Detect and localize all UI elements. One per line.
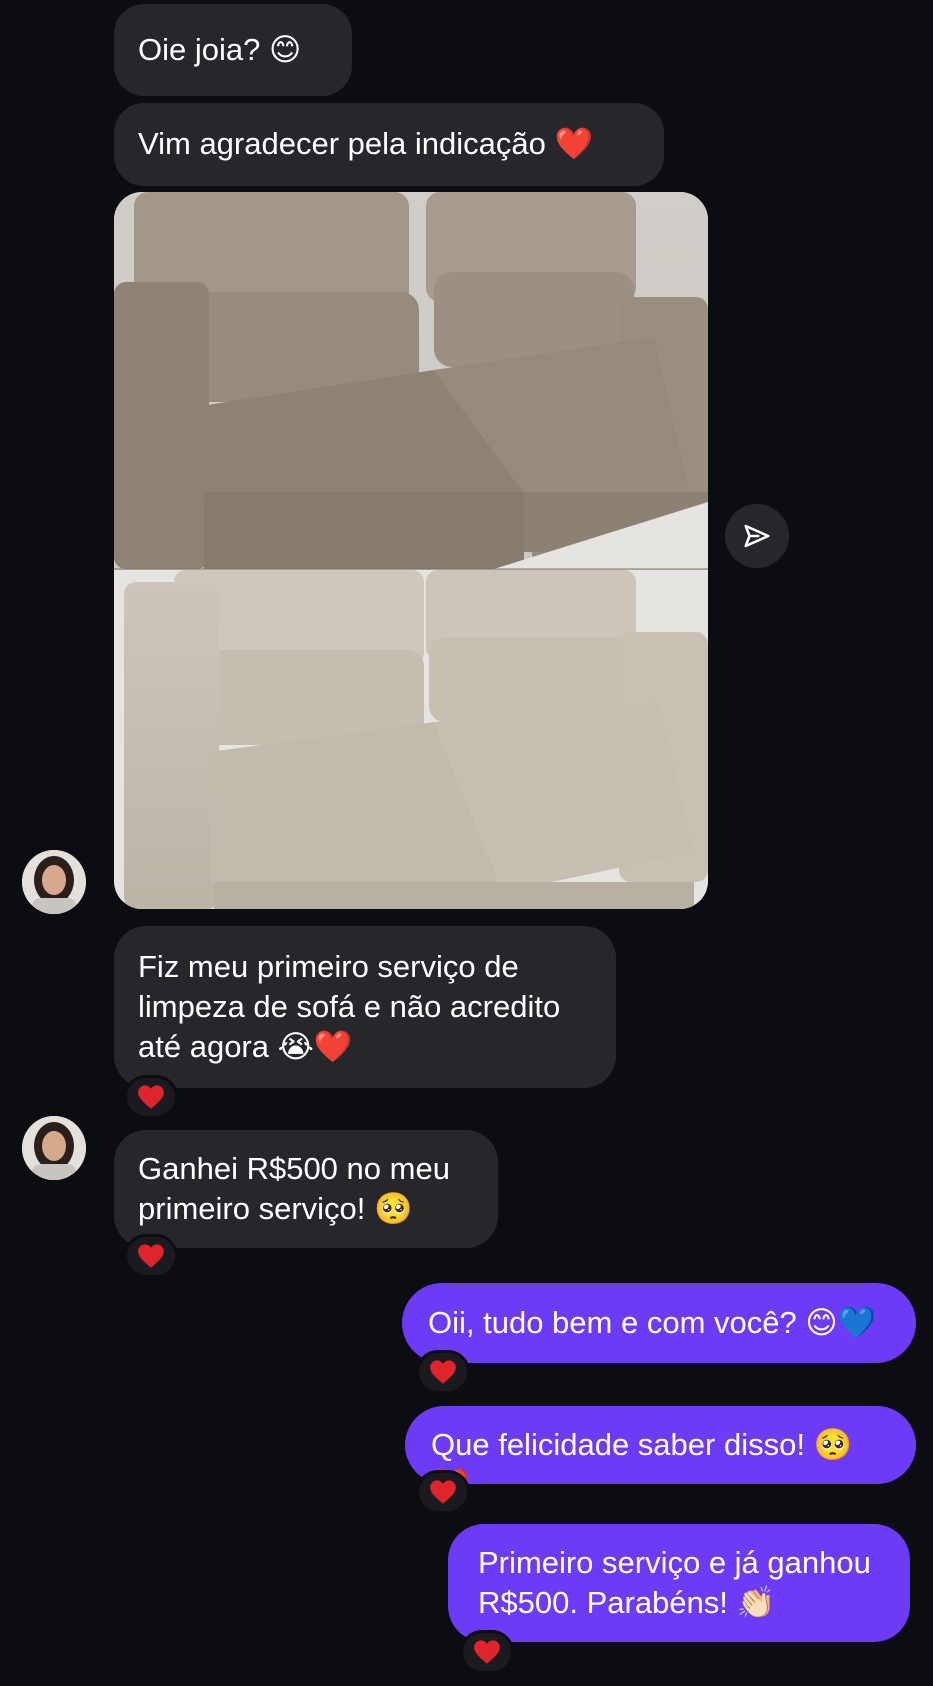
heart-icon [138, 1244, 164, 1268]
message-bubble-incoming[interactable]: Fiz meu primeiro serviço de limpeza de s… [114, 926, 616, 1088]
message-bubble-incoming[interactable]: Vim agradecer pela indicação ❤️ [114, 103, 664, 186]
message-text: Que felicidade saber disso! 🥺❤️ [431, 1427, 853, 1502]
message-text-line: primeiro serviço! 🥺 [138, 1191, 413, 1226]
heart-icon [474, 1640, 500, 1664]
reaction-badge[interactable] [460, 1630, 514, 1674]
reaction-badge[interactable] [416, 1470, 470, 1514]
message-bubble-outgoing[interactable]: Que felicidade saber disso! 🥺❤️ [405, 1406, 916, 1502]
avatar-image [22, 850, 86, 914]
sofa-photo-before-after[interactable] [114, 192, 708, 909]
message-bubble-incoming[interactable]: Ganhei R$500 no meu primeiro serviço! 🥺 [114, 1130, 498, 1248]
message-text: Oii, tudo bem e com você? 😊💙 [428, 1305, 877, 1340]
message-text-line: R$500. Parabéns! 👏🏻 [478, 1585, 776, 1620]
message-bubble-incoming[interactable]: Oie joia? 😊 [114, 4, 352, 96]
message-text-line: Ganhei R$500 no meu [138, 1151, 450, 1186]
message-text-line: limpeza de sofá e não acredito [138, 989, 561, 1024]
reaction-badge[interactable] [124, 1075, 178, 1119]
heart-icon [138, 1085, 164, 1109]
message-text: Oie joia? 😊 [138, 32, 302, 67]
contact-avatar[interactable] [22, 1116, 86, 1180]
share-button[interactable] [725, 504, 789, 568]
message-text-line: Fiz meu primeiro serviço de [138, 949, 519, 984]
send-icon [744, 524, 770, 548]
heart-icon [430, 1360, 456, 1384]
message-bubble-outgoing[interactable]: Primeiro serviço e já ganhou R$500. Para… [448, 1524, 910, 1642]
avatar-image [22, 1116, 86, 1180]
message-bubble-outgoing[interactable]: Oii, tudo bem e com você? 😊💙 [402, 1283, 916, 1363]
heart-icon [430, 1480, 456, 1504]
message-text-line: até agora 😭❤️ [138, 1029, 353, 1064]
reaction-badge[interactable] [416, 1350, 470, 1394]
sofa-image [114, 192, 708, 909]
reaction-badge[interactable] [124, 1234, 178, 1278]
message-text-line: Primeiro serviço e já ganhou [478, 1545, 871, 1580]
contact-avatar[interactable] [22, 850, 86, 914]
message-text: Vim agradecer pela indicação ❤️ [138, 126, 594, 161]
